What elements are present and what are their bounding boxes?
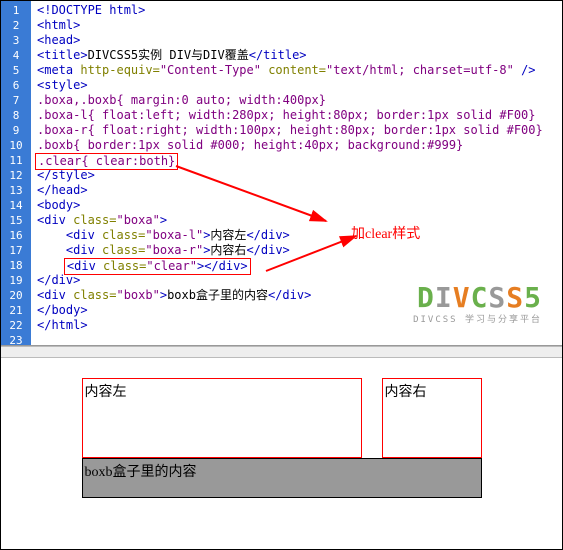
preview-boxa: 内容左 内容右 (82, 378, 482, 458)
preview-boxb: boxb盒子里的内容 (82, 458, 482, 498)
code-editor: 1234567891011121314151617181920212223 <!… (1, 1, 562, 346)
line-gutter: 1234567891011121314151617181920212223 (1, 1, 31, 345)
annotation-label: 加clear样式 (351, 223, 420, 243)
code-line: <!DOCTYPE html> (37, 3, 145, 17)
preview-pane: 内容左 内容右 boxb盒子里的内容 (1, 358, 562, 518)
code-content[interactable]: <!DOCTYPE html> <html> <head> <title>DIV… (31, 1, 562, 345)
preview-boxa-r: 内容右 (382, 378, 482, 458)
pane-divider[interactable] (1, 346, 562, 358)
preview-boxa-l: 内容左 (82, 378, 362, 458)
highlight-box-html: <div class="clear"></div> (64, 258, 251, 275)
watermark-logo: DIVCSS5 DIVCSS 学习与分享平台 (413, 281, 542, 325)
